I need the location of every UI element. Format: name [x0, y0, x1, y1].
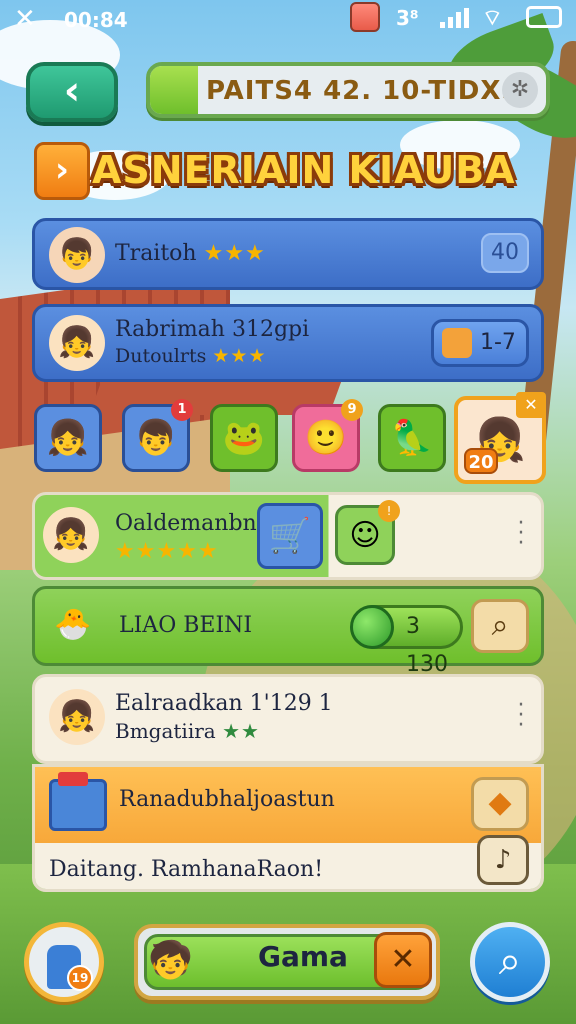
trophy-icon — [442, 328, 472, 358]
search-icon[interactable]: ⌕ — [471, 599, 529, 653]
avatar: 👦 — [49, 227, 105, 283]
avatar: 🐣 — [54, 607, 92, 642]
smiley-icon: 🙂 — [304, 418, 348, 458]
star-rating: ★★★★★ — [115, 539, 219, 564]
battery-icon — [526, 6, 562, 28]
player-name: Rabrimah 312gpi — [115, 317, 310, 342]
title-text: ASNERIAIN KIAUBA — [92, 148, 516, 192]
kid-icon: 🧒 — [148, 940, 193, 981]
music-button[interactable]: ♪ — [477, 835, 529, 885]
signal-icon — [440, 8, 469, 28]
back-button[interactable]: ‹ — [26, 62, 118, 122]
star-rating: ★★ — [222, 719, 260, 743]
player-name: Oaldemanbn — [115, 511, 257, 536]
gift-box-icon — [49, 772, 107, 831]
chevron-right-icon: › — [34, 142, 90, 200]
flag-icon: ✕ — [516, 392, 546, 418]
list-item[interactable]: 🐣 LIAO BEINI 3 130 ⌕ — [32, 586, 544, 677]
close-icon[interactable]: ✕ — [14, 4, 36, 34]
diamond-button[interactable]: ◆ — [471, 777, 529, 831]
player-name: Traitoh — [115, 241, 197, 266]
tile-avatar-girl[interactable]: 👧 — [34, 404, 102, 472]
row-subtitle: Bmgatiira ★★ — [115, 719, 260, 743]
progress-fill — [150, 66, 198, 114]
more-options-icon[interactable]: · · · — [517, 513, 525, 555]
panel-title: Ranadubhaljoastun — [119, 787, 335, 812]
player-name: Ealraadkan 1'129 1 — [115, 691, 333, 716]
cart-icon[interactable]: 🛒 — [257, 503, 323, 569]
avatar: 👧 — [43, 507, 99, 563]
row-title: Traitoh ★★★ — [115, 241, 266, 266]
score-badge[interactable]: 40 — [481, 233, 529, 273]
notification-badge: ! — [378, 500, 400, 522]
avatar: 👧 — [49, 689, 105, 745]
notification-badge: 9 — [341, 399, 363, 421]
rank-pill[interactable]: 1-7 — [431, 319, 529, 367]
bird-icon: 🦜 — [390, 418, 434, 458]
level-progress-bar: PAITS4 42. 10-TIDXS ✲ — [146, 62, 550, 118]
game-button[interactable]: 🧒 Gama ✕ — [134, 924, 440, 1000]
subtitle-text: Bmgatiira — [115, 719, 216, 743]
list-item[interactable]: 👧 Ealraadkan 1'129 1 Bmgatiira ★★ · · · — [32, 674, 544, 764]
status-bar: ✕ 00:84 3⁸ ⌔ — [0, 0, 576, 36]
star-rating: ★★★ — [212, 345, 267, 367]
settings-icon[interactable]: ✲ — [502, 72, 538, 108]
tile-pink-creature[interactable]: 🙂 9 — [292, 399, 363, 472]
network-indicator: 3⁸ — [396, 6, 419, 30]
tile-green-creature[interactable]: 🐸 — [210, 404, 278, 472]
avatar: 👧 — [49, 315, 105, 371]
coin-value: 3 130 — [406, 614, 448, 677]
close-button[interactable]: ✕ — [374, 932, 432, 988]
level-badge: 20 — [464, 448, 498, 474]
girl-icon: 👧 — [46, 418, 90, 458]
row-subtitle: Dutoulrts ★★★ — [115, 345, 266, 367]
list-item[interactable]: 👧 Rabrimah 312gpi Dutoulrts ★★★ 1-7 — [32, 304, 544, 382]
gem-icon — [350, 605, 394, 649]
progress-label: PAITS4 42. 10-TIDXS — [206, 76, 522, 106]
profile-button[interactable]: 19 — [24, 922, 104, 1002]
wifi-icon: ⌔ — [482, 6, 503, 31]
more-options-icon[interactable]: · · · — [517, 695, 525, 737]
game-label: Gama — [258, 940, 348, 973]
list-item[interactable]: 👦 Traitoh ★★★ 40 — [32, 218, 544, 290]
list-item[interactable]: 👧 Oaldemanbn ★★★★★ 🛒 ☺! · · · — [32, 492, 544, 580]
subtitle-text: Dutoulrts — [115, 345, 207, 367]
boy-icon: 👦 — [134, 418, 178, 458]
tile-green-bird[interactable]: 🦜 — [378, 404, 446, 472]
reward-panel: Ranadubhaljoastun Daitang. RamhanaRaon! … — [32, 764, 544, 892]
star-rating: ★★★ — [203, 241, 266, 266]
notification-badge: 1 — [171, 399, 193, 421]
level-badge: 19 — [67, 965, 93, 991]
tile-avatar-boy[interactable]: 👦 1 — [122, 399, 193, 472]
featured-character-tile[interactable]: 👧 20 ✕ — [454, 392, 546, 484]
cup-icon — [350, 2, 380, 32]
panel-footer-text: Daitang. RamhanaRaon! — [49, 857, 324, 882]
search-button[interactable]: ⌕ — [470, 922, 550, 1002]
coin-button[interactable]: ☺! — [335, 500, 400, 565]
frog-icon: 🐸 — [222, 418, 266, 458]
rank-value: 1-7 — [480, 330, 516, 355]
coin-counter[interactable]: 3 130 — [350, 605, 463, 677]
clock: 00:84 — [64, 8, 128, 32]
player-name: LIAO BEINI — [119, 613, 253, 638]
